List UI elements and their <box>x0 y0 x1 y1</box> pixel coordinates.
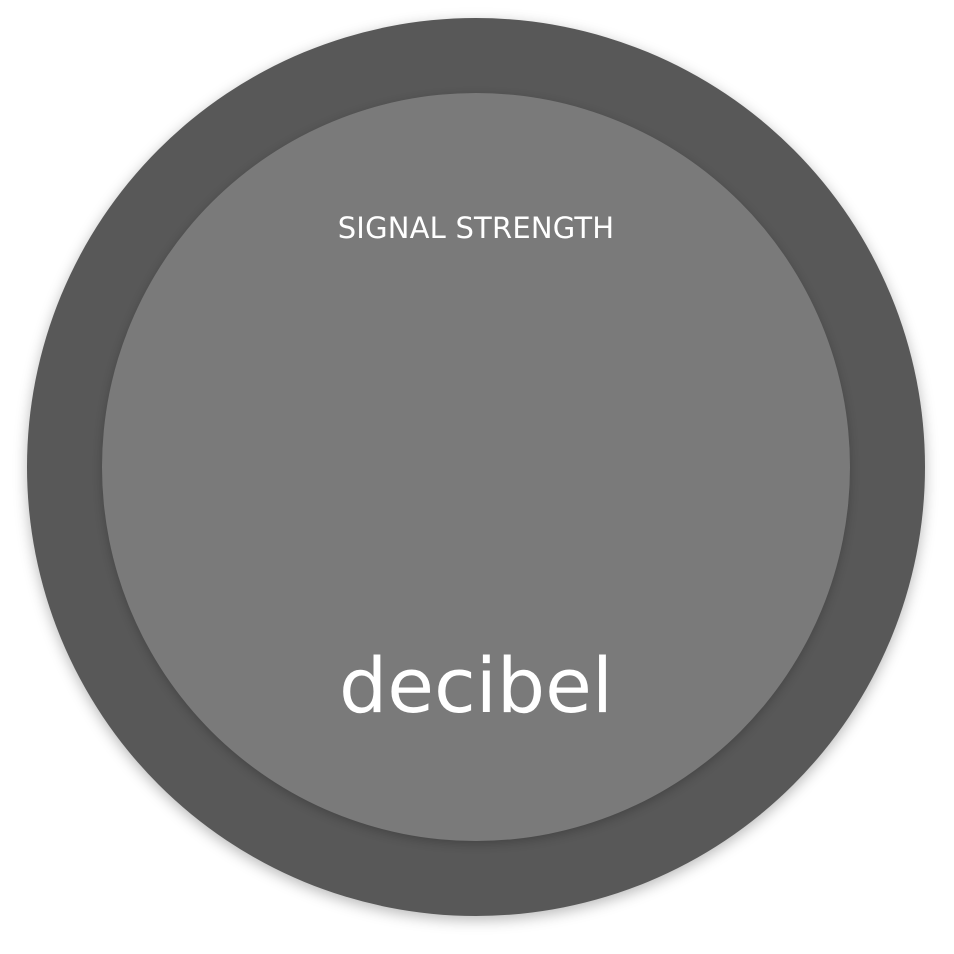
gauge-unit-label: decibel <box>338 641 613 730</box>
signal-strength-gauge: SIGNAL STRENGTH decibel <box>0 0 954 954</box>
gauge-title: SIGNAL STRENGTH <box>337 211 615 245</box>
